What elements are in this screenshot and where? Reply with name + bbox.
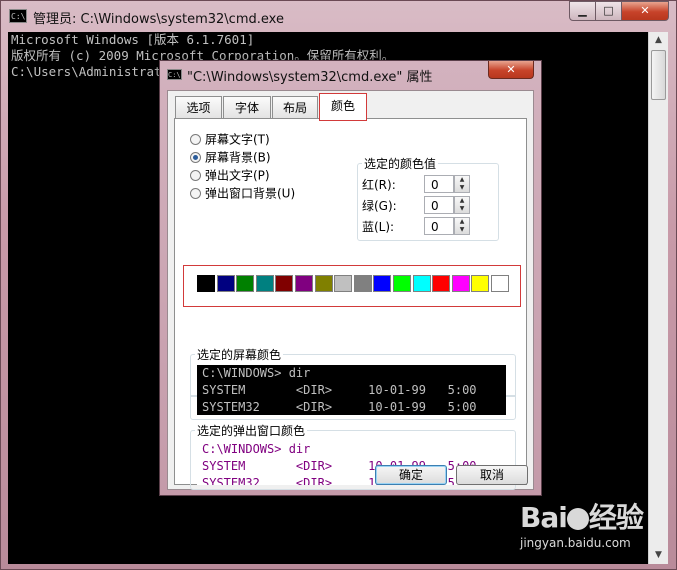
screen-color-preview-group: 选定的屏幕颜色 C:\WINDOWS> dir SYSTEM <DIR> 10-… [190, 346, 516, 420]
radio-label: 弹出窗口背景(U) [205, 186, 296, 201]
spin-down-icon[interactable]: ▼ [455, 226, 469, 234]
radio-label: 屏幕文字(T) [205, 132, 270, 147]
watermark-logo: Bai 经验 [520, 496, 644, 536]
tab-font[interactable]: 字体 [223, 96, 271, 118]
color-swatch[interactable] [432, 275, 451, 292]
color-swatch[interactable] [412, 275, 431, 292]
close-button[interactable]: ✕ [621, 1, 669, 21]
radio-popup-background[interactable]: 弹出窗口背景(U) [190, 185, 295, 201]
rgb-group-legend: 选定的颜色值 [362, 155, 439, 172]
cancel-button[interactable]: 取消 [456, 465, 528, 485]
paw-icon [566, 508, 589, 530]
radio-button[interactable] [190, 170, 201, 181]
green-label: 绿(G): [362, 199, 397, 213]
preview-line: C:\WINDOWS> dir [202, 366, 311, 380]
color-swatch[interactable] [295, 275, 313, 292]
cmd-window-title: 管理员: C:\Windows\system32\cmd.exe [33, 12, 284, 27]
color-swatch[interactable] [334, 275, 353, 292]
ok-button[interactable]: 确定 [375, 465, 447, 485]
radio-screen-text[interactable]: 屏幕文字(T) [190, 131, 270, 147]
maximize-button[interactable]: □ [595, 1, 622, 21]
radio-popup-text[interactable]: 弹出文字(P) [190, 167, 270, 183]
dialog-close-button[interactable]: ✕ [488, 61, 534, 79]
spin-up-icon[interactable]: ▲ [455, 197, 469, 205]
cmd-titlebar[interactable]: C:\ 管理员: C:\Windows\system32\cmd.exe ▁ □… [1, 1, 677, 31]
spin-down-icon[interactable]: ▼ [455, 184, 469, 192]
dialog-app-icon: C:\ [167, 69, 182, 80]
blue-value-input[interactable]: 0 [424, 217, 454, 235]
popup-preview-legend: 选定的弹出窗口颜色 [195, 422, 308, 439]
red-label: 红(R): [362, 178, 396, 192]
color-swatch[interactable] [314, 275, 333, 292]
spin-down-icon[interactable]: ▼ [455, 205, 469, 213]
cmd-app-icon: C:\ [9, 9, 27, 23]
green-spinner[interactable]: ▲ ▼ [454, 196, 470, 214]
radio-screen-background[interactable]: 屏幕背景(B) [190, 149, 271, 165]
color-swatch[interactable] [275, 275, 294, 292]
colors-tab-panel: 屏幕文字(T) 屏幕背景(B) 弹出文字(P) 弹出窗口背景(U) 选定的颜色值… [174, 118, 527, 490]
preview-line: C:\WINDOWS> dir [202, 442, 311, 456]
red-value-input[interactable]: 0 [424, 175, 454, 193]
color-swatch[interactable] [373, 275, 392, 292]
console-line: Microsoft Windows [版本 6.1.7601] [11, 32, 255, 47]
radio-button-selected[interactable] [190, 152, 201, 163]
preview-line: SYSTEM32 <DIR> 10-01-99 5:00 [202, 400, 477, 414]
minimize-button[interactable]: ▁ [569, 1, 596, 21]
tab-layout[interactable]: 布局 [272, 96, 318, 118]
color-swatch[interactable] [451, 275, 470, 292]
color-swatch[interactable] [236, 275, 255, 292]
red-spinner[interactable]: ▲ ▼ [454, 175, 470, 193]
dialog-body: 选项 字体 布局 颜色 屏幕文字(T) 屏幕背景(B) 弹出文字(P) 弹出窗口… [167, 90, 534, 490]
selected-color-values-group: 选定的颜色值 红(R): 0 ▲ ▼ 绿(G): 0 ▲ ▼ 蓝(L): 0 ▲ ▼ [357, 155, 499, 241]
scroll-up-icon[interactable]: ▲ [649, 32, 668, 49]
vertical-scrollbar[interactable]: ▲ ▼ [648, 32, 668, 564]
color-palette-highlight [183, 265, 521, 307]
spin-up-icon[interactable]: ▲ [455, 176, 469, 184]
color-swatch[interactable] [197, 275, 215, 292]
screen-color-preview: C:\WINDOWS> dir SYSTEM <DIR> 10-01-99 5:… [197, 365, 506, 415]
dialog-title: "C:\Windows\system32\cmd.exe" 属性 [187, 70, 433, 85]
baidu-jingyan-watermark: Bai 经验 jingyan.baidu.com [520, 492, 660, 562]
tab-colors[interactable]: 颜色 [319, 93, 367, 121]
tab-options[interactable]: 选项 [175, 96, 222, 118]
watermark-logo-right: 经验 [588, 501, 644, 534]
preview-line: SYSTEM <DIR> 10-01-99 5:00 [202, 383, 477, 397]
color-swatch[interactable] [471, 275, 490, 292]
color-swatch[interactable] [393, 275, 411, 292]
radio-label: 弹出文字(P) [205, 168, 270, 183]
watermark-url: jingyan.baidu.com [520, 536, 631, 550]
blue-label: 蓝(L): [362, 220, 395, 234]
radio-label: 屏幕背景(B) [205, 150, 271, 165]
green-value-input[interactable]: 0 [424, 196, 454, 214]
color-swatch[interactable] [255, 275, 274, 292]
radio-button[interactable] [190, 188, 201, 199]
screen-preview-legend: 选定的屏幕颜色 [195, 346, 284, 363]
color-swatch[interactable] [353, 275, 372, 292]
scrollbar-thumb[interactable] [651, 50, 666, 100]
watermark-logo-left: Bai [520, 501, 568, 534]
blue-spinner[interactable]: ▲ ▼ [454, 217, 470, 235]
spin-up-icon[interactable]: ▲ [455, 218, 469, 226]
radio-button[interactable] [190, 134, 201, 145]
color-swatch[interactable] [216, 275, 235, 292]
color-swatch[interactable] [491, 275, 509, 292]
properties-dialog: C:\ "C:\Windows\system32\cmd.exe" 属性 ✕ 选… [159, 60, 542, 496]
